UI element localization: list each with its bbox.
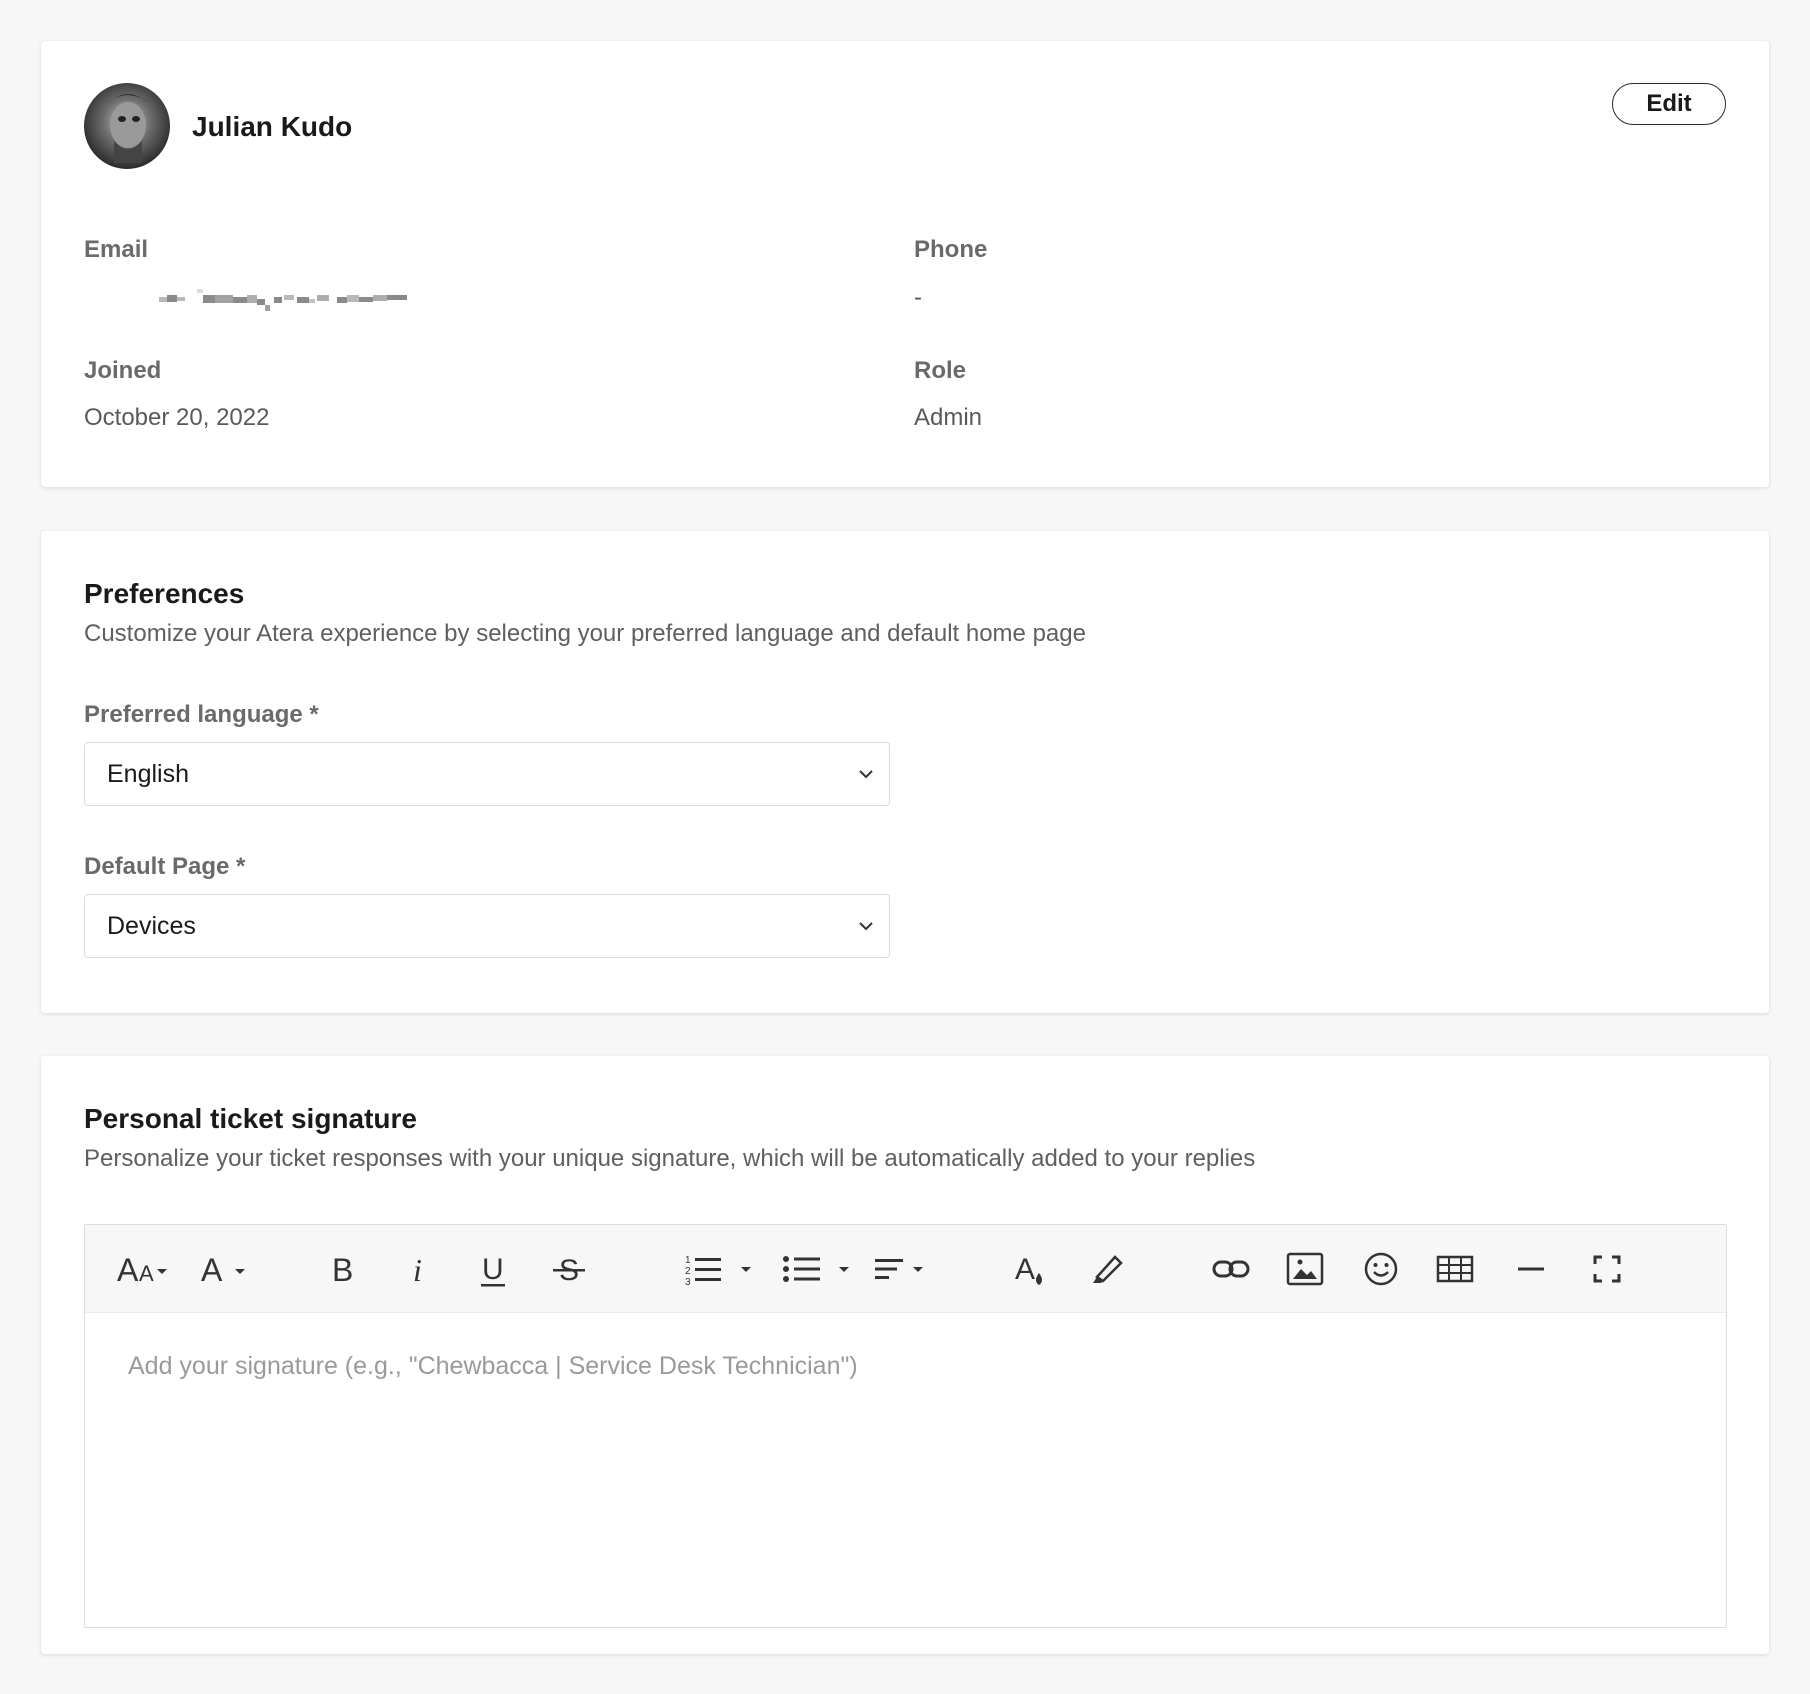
phone-value: - [914, 284, 922, 311]
preferences-title: Preferences [84, 578, 245, 609]
font-size-icon[interactable]: AA [117, 1247, 175, 1291]
email-value-redacted [149, 287, 427, 321]
email-label: Email [84, 236, 149, 263]
link-icon[interactable] [1211, 1247, 1251, 1291]
user-name: Julian Kudo [192, 111, 353, 142]
table-icon[interactable] [1435, 1247, 1475, 1291]
preferences-description: Customize your Atera experience by selec… [84, 620, 1086, 647]
text-color-icon[interactable]: A [1013, 1247, 1049, 1291]
align-icon[interactable] [873, 1247, 933, 1291]
role-label: Role [914, 357, 967, 384]
signature-input[interactable]: Add your signature (e.g., "Chewbacca | S… [128, 1352, 858, 1381]
profile-card: Julian Kudo Edit Email Phone - Joined Oc… [41, 41, 1769, 487]
underline-icon[interactable]: U [475, 1247, 511, 1291]
signature-editor: AA A B i U S 1 2 3 A Add your signature … [84, 1224, 1727, 1628]
chevron-down-icon [859, 922, 873, 931]
phone-label: Phone [914, 236, 988, 263]
language-select-value: English [107, 759, 189, 788]
default-page-label: Default Page * [84, 853, 246, 880]
svg-text:A: A [117, 1252, 139, 1288]
svg-text:A: A [139, 1261, 154, 1286]
svg-text:U: U [482, 1253, 504, 1286]
highlight-icon[interactable] [1087, 1247, 1127, 1291]
emoji-icon[interactable] [1361, 1247, 1401, 1291]
chevron-down-icon [859, 770, 873, 779]
fullscreen-icon[interactable] [1587, 1247, 1627, 1291]
font-family-icon[interactable]: A [201, 1247, 251, 1291]
signature-card: Personal ticket signature Personalize yo… [41, 1056, 1769, 1654]
ordered-list-icon[interactable]: 1 2 3 [683, 1247, 759, 1291]
edit-button[interactable]: Edit [1612, 83, 1726, 125]
svg-text:3: 3 [685, 1277, 691, 1288]
signature-description: Personalize your ticket responses with y… [84, 1145, 1256, 1172]
joined-label: Joined [84, 357, 162, 384]
joined-value: October 20, 2022 [84, 404, 270, 431]
svg-text:B: B [332, 1252, 353, 1288]
preferences-card: Preferences Customize your Atera experie… [41, 531, 1769, 1013]
default-page-select[interactable]: Devices [84, 894, 890, 958]
svg-text:A: A [1015, 1253, 1035, 1286]
default-page-select-value: Devices [107, 911, 196, 940]
editor-toolbar: AA A B i U S 1 2 3 A [85, 1225, 1726, 1313]
svg-text:A: A [201, 1252, 223, 1288]
signature-title: Personal ticket signature [84, 1103, 418, 1134]
language-label: Preferred language * [84, 701, 319, 728]
svg-text:2: 2 [685, 1266, 691, 1277]
bold-icon[interactable]: B [325, 1247, 361, 1291]
avatar [84, 83, 170, 169]
unordered-list-icon[interactable] [781, 1247, 857, 1291]
italic-icon[interactable]: i [401, 1247, 437, 1291]
role-value: Admin [914, 404, 983, 431]
image-icon[interactable] [1285, 1247, 1325, 1291]
strikethrough-icon[interactable]: S [551, 1247, 587, 1291]
svg-text:1: 1 [685, 1255, 691, 1266]
svg-text:i: i [413, 1252, 422, 1288]
language-select[interactable]: English [84, 742, 890, 806]
horizontal-line-icon[interactable] [1511, 1247, 1551, 1291]
